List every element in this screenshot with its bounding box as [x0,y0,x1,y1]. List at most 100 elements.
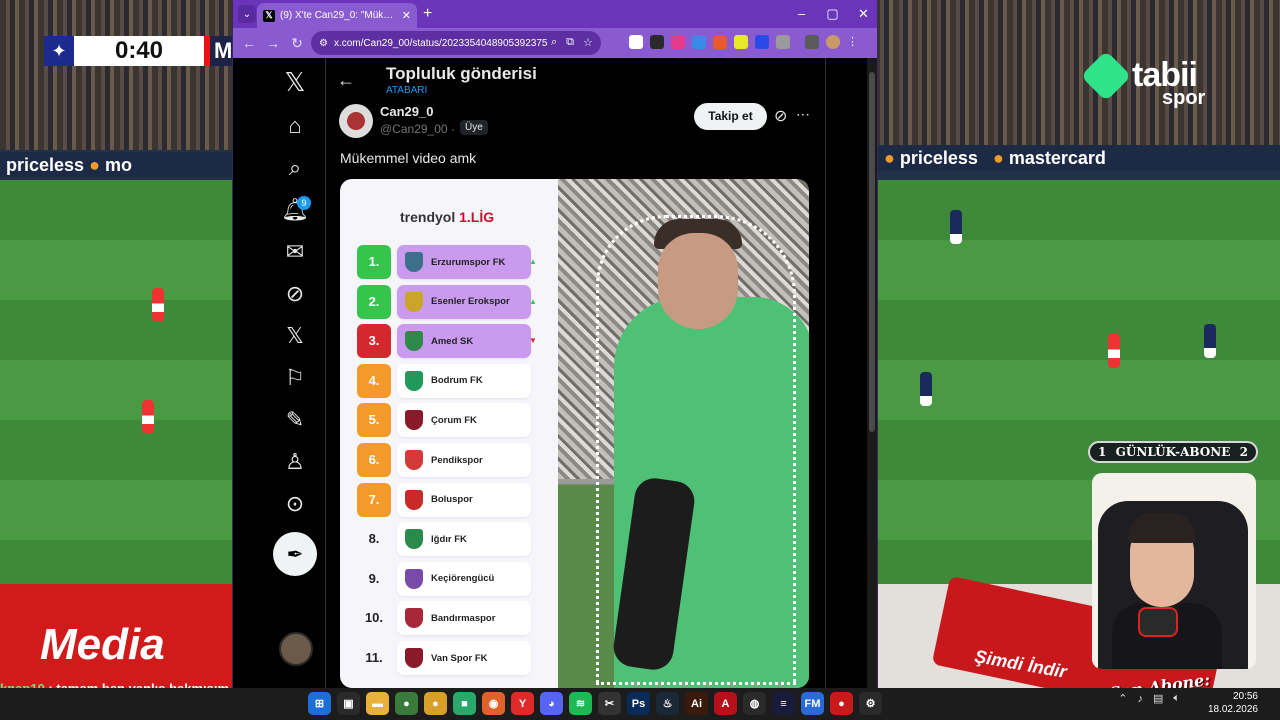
bookmark-star-icon[interactable]: ☆ [583,36,593,49]
install-icon[interactable]: ⧉ [566,36,574,49]
extension-icon[interactable] [755,35,769,49]
team-crest-icon [405,529,423,550]
site-info-icon[interactable]: ⚙ [319,38,328,49]
file-explorer-icon[interactable]: ▬ [366,692,389,715]
team-cell: Amed SK [397,324,531,359]
volume-icon[interactable]: 🔈︎ [1173,692,1180,705]
profile-avatar-icon[interactable] [826,35,840,49]
communities-icon[interactable]: ✎ [275,400,315,440]
extension-icon[interactable] [734,35,748,49]
extension-icon[interactable] [650,35,664,49]
community-name[interactable]: ATABARI [386,85,427,96]
record-icon[interactable]: ● [830,692,853,715]
extensions-bar: ⋮ [629,35,858,49]
stream-screen: priceless ● mo ● priceless ● mastercard … [0,0,1280,720]
player [142,400,154,434]
notifications-bell-icon[interactable]: 🔔︎ [275,190,315,230]
competition-logo-icon: ✦ [44,36,74,66]
more-menu-icon[interactable]: ⊙ [275,484,315,524]
rank-badge: 2. [357,284,391,319]
goalkeeper-photo [558,179,809,688]
post-video[interactable]: trendyol 1.LİG 1. Erzurumspor FK ▲ 2. Esenle… [340,179,809,688]
yandex-icon[interactable]: Y [511,692,534,715]
streamer-webcam [1092,473,1256,669]
player [920,372,932,406]
team-crest-icon [405,252,423,272]
author-avatar[interactable] [339,104,373,138]
team-name: Esenler Erokspor [431,296,510,308]
post-more-icon[interactable]: ⋯ [796,106,810,123]
player [950,210,962,244]
page-scrollbar[interactable] [867,58,877,688]
reading-list-icon[interactable] [805,35,819,49]
back-arrow-icon[interactable]: ← [337,70,355,91]
team-crest-icon [405,370,423,391]
team-name: Van Spor FK [431,652,488,664]
editor-icon[interactable]: ≡ [772,692,795,715]
extension-icon[interactable] [713,35,727,49]
x-logo-icon[interactable]: 𝕏 [275,62,315,102]
extension-icon[interactable] [692,35,706,49]
grok-explain-icon[interactable]: ⊘ [774,106,787,126]
compose-post-button[interactable]: ✒ [273,532,317,576]
back-icon[interactable]: ← [237,35,261,51]
tab-close-icon[interactable]: ✕ [402,9,411,22]
profile-icon[interactable]: ♙ [275,442,315,482]
extension-icon[interactable] [671,35,685,49]
new-tab-button[interactable]: + [423,5,432,23]
settings-icon[interactable]: ⚙ [859,692,882,715]
tray-chevron-icon[interactable]: ⌃ [1118,692,1127,705]
rank-badge: 4. [357,363,391,398]
minimize-button[interactable]: – [786,0,817,28]
account-avatar[interactable] [279,632,313,666]
steam-icon[interactable]: ♨ [656,692,679,715]
firefox-icon[interactable]: ◉ [482,692,505,715]
mic-tray-icon[interactable]: ♪ [1137,693,1143,705]
league-table: trendyol 1.LİG 1. Erzurumspor FK ▲ 2. Esenle… [340,179,558,688]
discord-icon[interactable]: ◕ [540,692,563,715]
explore-search-icon[interactable]: ⌕ [275,148,315,188]
chrome-alt-icon[interactable]: ● [424,692,447,715]
forward-icon[interactable]: → [261,35,285,51]
chrome-icon[interactable]: ● [395,692,418,715]
fm-icon[interactable]: FM [801,692,824,715]
extension-icon[interactable] [629,35,643,49]
app-icon[interactable]: ■ [453,692,476,715]
grok-icon[interactable]: ⊘ [275,274,315,314]
team-name: Iğdır FK [431,533,467,545]
rank-badge: 6. [357,443,391,477]
author-handle[interactable]: @Can29_00 [380,122,448,136]
rank-badge: 10. [364,610,384,626]
extensions-puzzle-icon[interactable] [776,35,790,49]
trend-arrow-icon: ▼ [529,336,537,346]
maximize-button[interactable]: ▢ [817,0,848,28]
task-view-icon[interactable]: ▣ [337,692,360,715]
photoshop-icon[interactable]: Ps [627,692,650,715]
close-window-button[interactable]: ✕ [848,0,877,28]
home-icon[interactable]: ⌂ [275,106,315,146]
clock[interactable]: 20:56 18.02.2026 [1208,690,1258,716]
start-icon[interactable]: ⊞ [308,692,331,715]
obs-icon[interactable]: ◍ [743,692,766,715]
author-name[interactable]: Can29_0 [380,104,433,119]
notification-badge: 9 [297,196,311,210]
team-name: Bandırmaspor [431,612,496,624]
post-text: Mükemmel video amk [340,150,477,166]
team-crest-icon [405,291,423,312]
menu-kebab-icon[interactable]: ⋮ [847,35,858,49]
x-favicon-icon: 𝕏 [263,9,275,22]
search-icon[interactable]: ⌕ [551,36,557,49]
tab-search-button[interactable]: ⌄ [238,5,256,23]
browser-tab[interactable]: 𝕏 (9) X'te Can29_0: "Mükemmel v ✕ [257,3,417,28]
follow-button[interactable]: Takip et [694,103,767,130]
capcut-icon[interactable]: ✂ [598,692,621,715]
messages-icon[interactable]: ✉ [275,232,315,272]
illustrator-icon[interactable]: Ai [685,692,708,715]
acrobat-icon[interactable]: A [714,692,737,715]
team-cell: Esenler Erokspor [397,284,531,319]
premium-x-icon[interactable]: 𝕏 [275,316,315,356]
network-icon[interactable]: ▤ [1153,692,1163,705]
reload-icon[interactable]: ↻ [285,35,309,52]
spotify-icon[interactable]: ≋ [569,692,592,715]
bookmarks-icon[interactable]: ⚐ [275,358,315,398]
